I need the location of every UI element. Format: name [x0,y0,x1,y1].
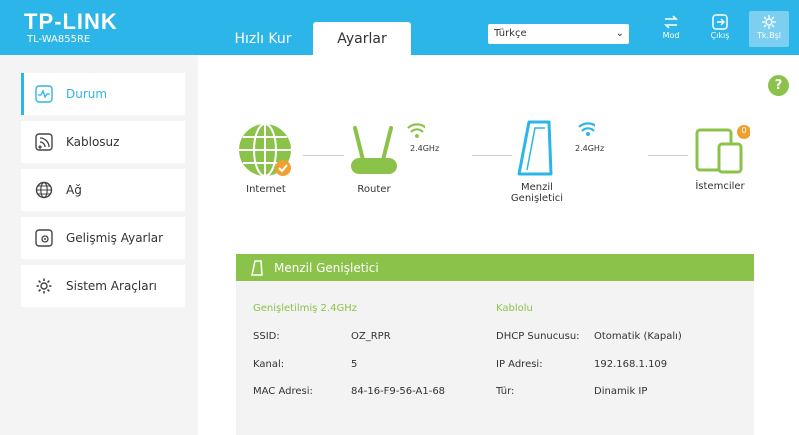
sidebar-item-label: Kablosuz [66,135,120,149]
sidebar-item-label: Sistem Araçları [66,279,157,293]
swap-icon [664,15,678,29]
clients-label: İstemciler [695,181,745,192]
sidebar-item-label: Ağ [66,183,82,197]
sidebar-item-network[interactable]: Ağ [21,169,185,211]
globe-icon [35,181,53,199]
sidebar: Durum Kablosuz Ağ Gelişmiş Ayarlar Siste… [0,55,198,435]
extended-section-title: Genişletilmiş 2.4GHz [253,303,357,314]
chevron-down-icon: ⌄ [615,28,624,39]
wireless-icon [35,133,53,151]
sidebar-item-label: Gelişmiş Ayarlar [66,231,164,245]
panel-header: Menzil Genişletici [236,254,754,281]
brand-logo: TP-LINK [24,9,118,34]
sidebar-item-wireless[interactable]: Kablosuz [21,121,185,163]
logout-button[interactable]: Çıkış [700,11,740,47]
gear-icon [36,278,52,294]
router-label: Router [357,184,391,195]
channel-key: Kanal: [253,359,285,370]
reboot-label: Tk.Bşl [757,31,781,40]
mode-label: Mod [662,31,680,40]
advanced-settings-icon [35,229,53,247]
extender-node[interactable]: Menzil Genişletici [505,120,595,204]
sidebar-item-label: Durum [66,87,108,101]
extender-label-line2: Genişletici [510,193,564,204]
tab-quick-setup[interactable]: Hızlı Kur [228,22,298,55]
extender-small-icon [251,260,263,276]
wired-section-title: Kablolu [496,303,533,314]
ip-value: 192.168.1.109 [594,359,668,370]
logout-icon [712,14,728,30]
mac-value: 84-16-F9-56-A1-68 [351,386,446,397]
connector-line [303,155,344,156]
extender-label-line1: Menzil [521,182,553,193]
client-count-badge: 0 [741,126,747,135]
mode-button[interactable]: Mod [651,11,691,47]
clients-node[interactable]: 0 İstemciler [690,124,750,192]
globe-icon [239,123,291,177]
connector-line [648,155,688,156]
language-value: Türkçe [494,28,527,39]
sidebar-item-system-tools[interactable]: Sistem Araçları [21,265,185,307]
ip-key: IP Adresi: [496,359,543,370]
channel-value: 5 [351,359,358,370]
language-select[interactable]: Türkçe ⌄ [488,24,629,44]
sidebar-item-advanced[interactable]: Gelişmiş Ayarlar [21,217,185,259]
internet-node[interactable]: Internet [236,122,296,195]
dhcp-value: Otomatik (Kapalı) [594,331,682,342]
tab-settings[interactable]: Ayarlar [313,22,411,55]
sidebar-item-status[interactable]: Durum [21,73,185,115]
type-key: Tür: [496,386,515,397]
ssid-key: SSID: [253,331,280,342]
panel-title: Menzil Genişletici [274,261,379,275]
header-bar: TP-LINK TL-WA855RE Hızlı Kur Ayarlar Tür… [0,0,799,55]
band-label: 2.4GHz [575,144,605,153]
panel-body: Genişletilmiş 2.4GHz Kablolu SSID: OZ_RP… [236,281,754,435]
band-label: 2.4GHz [410,144,440,153]
mac-key: MAC Adresi: [253,386,313,397]
dhcp-key: DHCP Sunucusu: [496,331,580,342]
pulse-icon [35,85,53,103]
reboot-button[interactable]: Tk.Bşl [749,11,789,47]
reboot-icon [762,15,776,29]
logout-label: Çıkış [710,31,730,40]
device-model: TL-WA855RE [27,34,91,45]
help-button[interactable]: ? [768,75,789,96]
type-value: Dinamik IP [594,386,648,397]
ssid-value: OZ_RPR [351,331,391,342]
router-node[interactable]: Router [345,122,425,195]
internet-label: Internet [246,184,286,195]
